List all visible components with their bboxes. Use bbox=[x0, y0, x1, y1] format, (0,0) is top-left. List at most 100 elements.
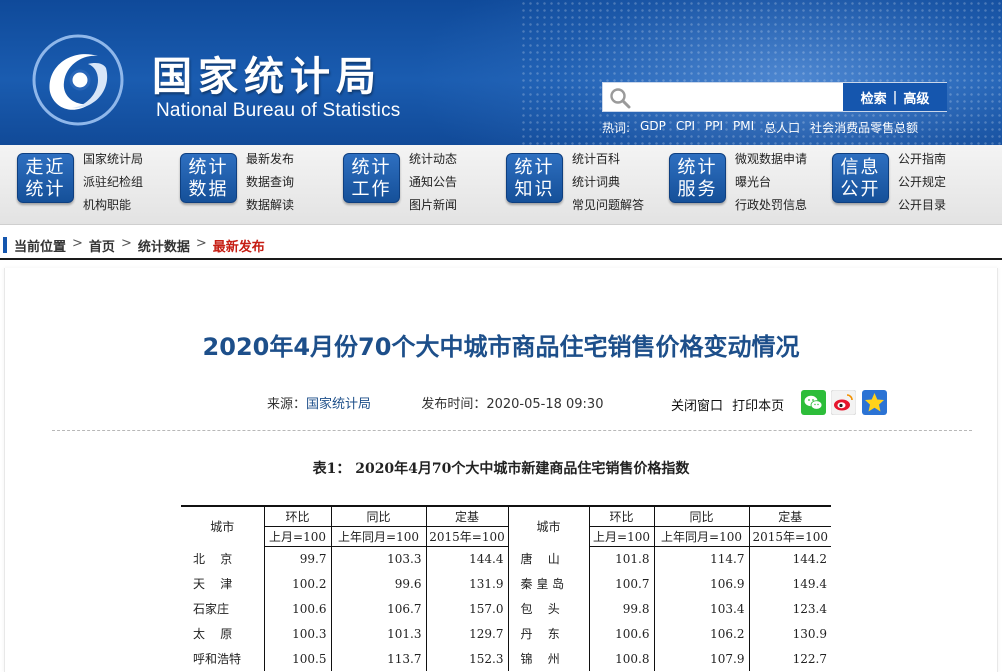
mom-cell: 100.5 bbox=[263, 646, 331, 671]
column-subheader-base: 2015年=100 bbox=[425, 526, 508, 547]
print-page-button[interactable]: 打印本页 bbox=[732, 399, 784, 414]
source-link[interactable]: 国家统计局 bbox=[306, 397, 371, 412]
nav-link[interactable]: 数据查询 bbox=[246, 174, 294, 197]
hot-word-link[interactable]: PMI bbox=[733, 119, 754, 136]
table-row: 太 原 100.3 101.3 129.7 丹 东 100.6 106.2 13… bbox=[181, 621, 831, 646]
hot-word-link[interactable]: 总人口 bbox=[764, 119, 800, 136]
table-row: 呼和浩特 100.5 113.7 152.3 锦 州 100.8 107.9 1… bbox=[181, 646, 831, 671]
table-subheader-row: 上月=100 上年同月=100 2015年=100 上月=100 上年同月=10… bbox=[181, 526, 831, 547]
yoy-cell: 103.3 bbox=[330, 546, 426, 571]
base-cell: 144.4 bbox=[425, 546, 508, 571]
hot-word-link[interactable]: PPI bbox=[705, 119, 723, 136]
hot-word-link[interactable]: 社会消费品零售总额 bbox=[810, 119, 918, 136]
yoy-cell: 99.6 bbox=[330, 571, 426, 596]
nav-links: 微观数据申请 曝光台 行政处罚信息 bbox=[735, 151, 807, 220]
column-header-yoy: 同比 bbox=[330, 505, 426, 527]
nav-tile-disclosure[interactable]: 信息 公开 bbox=[832, 153, 889, 203]
nav-tile-line: 信息 bbox=[840, 157, 881, 178]
nav-tile-knowledge[interactable]: 统计 知识 bbox=[506, 153, 563, 203]
mom-cell: 101.8 bbox=[588, 546, 654, 571]
city-cell: 天 津 bbox=[193, 577, 233, 591]
table-row: 天 津 100.2 99.6 131.9 秦 皇 岛 100.7 106.9 1… bbox=[181, 571, 831, 596]
close-window-button[interactable]: 关闭窗口 bbox=[671, 399, 723, 414]
nav-link[interactable]: 统计词典 bbox=[572, 174, 644, 197]
nav-tile-work[interactable]: 统计 工作 bbox=[343, 153, 400, 203]
nav-link[interactable]: 公开规定 bbox=[898, 174, 946, 197]
nav-tile-about[interactable]: 走近 统计 bbox=[17, 153, 74, 203]
yoy-cell: 106.7 bbox=[330, 596, 426, 621]
nav-tile-line: 服务 bbox=[677, 179, 718, 200]
qzone-icon[interactable] bbox=[862, 390, 887, 415]
nav-link[interactable]: 统计动态 bbox=[409, 151, 457, 174]
breadcrumb-home-link[interactable]: 首页 bbox=[89, 236, 115, 255]
nav-tile-line: 统计 bbox=[351, 157, 392, 178]
base-cell: 122.7 bbox=[748, 646, 831, 671]
city-cell: 锦 州 bbox=[507, 646, 589, 671]
yoy-cell: 106.2 bbox=[653, 621, 749, 646]
hot-word-link[interactable]: CPI bbox=[676, 119, 695, 136]
nav-link[interactable]: 行政处罚信息 bbox=[735, 197, 807, 220]
nav-link[interactable]: 派驻纪检组 bbox=[83, 174, 143, 197]
nbs-logo-icon[interactable] bbox=[28, 30, 128, 130]
column-header-base: 定基 bbox=[425, 505, 508, 527]
site-title-en[interactable]: National Bureau of Statistics bbox=[156, 100, 400, 122]
hot-words-label: 热词: bbox=[602, 121, 631, 135]
search-input[interactable] bbox=[637, 86, 837, 108]
nav-link[interactable]: 国家统计局 bbox=[83, 151, 143, 174]
mom-cell: 100.8 bbox=[588, 646, 654, 671]
city-cell: 包 头 bbox=[507, 596, 589, 621]
nav-link[interactable]: 常见问题解答 bbox=[572, 197, 644, 220]
yoy-cell: 107.9 bbox=[653, 646, 749, 671]
search-buttons: 检索 | 高级 bbox=[843, 83, 947, 111]
nav-link[interactable]: 公开指南 bbox=[898, 151, 946, 174]
nav-link[interactable]: 图片新闻 bbox=[409, 197, 457, 220]
yoy-cell: 114.7 bbox=[653, 546, 749, 571]
table-row: 北 京 99.7 103.3 144.4 唐 山 101.8 114.7 144… bbox=[181, 546, 831, 571]
nav-link[interactable]: 机构职能 bbox=[83, 197, 143, 220]
wechat-icon[interactable] bbox=[801, 390, 826, 415]
city-cell: 丹 东 bbox=[507, 621, 589, 646]
breadcrumb-current[interactable]: 最新发布 bbox=[213, 236, 265, 255]
nav-link[interactable]: 曝光台 bbox=[735, 174, 807, 197]
breadcrumb-arrow: > bbox=[195, 236, 207, 251]
nav-links: 统计动态 通知公告 图片新闻 bbox=[409, 151, 457, 220]
nav-tile-service[interactable]: 统计 服务 bbox=[669, 153, 726, 203]
nav-link[interactable]: 数据解读 bbox=[246, 197, 294, 220]
search-button[interactable]: 检索 bbox=[855, 88, 893, 107]
yoy-cell: 106.9 bbox=[653, 571, 749, 596]
nav-links: 最新发布 数据查询 数据解读 bbox=[246, 151, 294, 220]
article-tools: 关闭窗口 打印本页 bbox=[671, 395, 789, 414]
nav-tile-line: 知识 bbox=[514, 179, 555, 200]
hot-word-link[interactable]: GDP bbox=[640, 119, 666, 136]
site-title-cn[interactable]: 国家统计局 bbox=[152, 44, 382, 102]
nav-tile-data[interactable]: 统计 数据 bbox=[180, 153, 237, 203]
nav-link[interactable]: 微观数据申请 bbox=[735, 151, 807, 174]
nav-link[interactable]: 统计百科 bbox=[572, 151, 644, 174]
weibo-icon[interactable] bbox=[831, 390, 856, 415]
breadcrumb-data-link[interactable]: 统计数据 bbox=[138, 236, 190, 255]
column-header-yoy: 同比 bbox=[653, 505, 749, 527]
city-cell: 唐 山 bbox=[507, 546, 589, 571]
nav-link[interactable]: 公开目录 bbox=[898, 197, 946, 220]
mom-cell: 99.8 bbox=[588, 596, 654, 621]
article-title: 2020年4月份70个大中城市商品住宅销售价格变动情况 bbox=[202, 333, 800, 361]
nav-tile-line: 统计 bbox=[514, 157, 555, 178]
column-header-base: 定基 bbox=[748, 505, 831, 527]
nav-tile-line: 公开 bbox=[840, 179, 881, 200]
advanced-search-button[interactable]: 高级 bbox=[897, 88, 935, 107]
yoy-cell: 103.4 bbox=[653, 596, 749, 621]
main-nav: 走近 统计 国家统计局 派驻纪检组 机构职能 统计 数据 最新发布 数据查询 数… bbox=[0, 145, 1002, 225]
article-divider bbox=[52, 430, 972, 431]
nav-tile-line: 走近 bbox=[25, 157, 66, 178]
city-cell: 石家庄 bbox=[193, 602, 230, 616]
nav-tile-line: 统计 bbox=[677, 157, 718, 178]
breadcrumb-marker bbox=[3, 237, 7, 253]
breadcrumb: 当前位置 > 首页 > 统计数据 > 最新发布 bbox=[0, 232, 1002, 260]
nav-tile-line: 数据 bbox=[188, 179, 229, 200]
mom-cell: 100.2 bbox=[263, 571, 331, 596]
hot-words: 热词: GDP CPI PPI PMI 总人口 社会消费品零售总额 bbox=[602, 119, 918, 136]
search-button-separator: | bbox=[892, 89, 898, 105]
city-cell: 呼和浩特 bbox=[193, 652, 242, 666]
nav-link[interactable]: 最新发布 bbox=[246, 151, 294, 174]
nav-link[interactable]: 通知公告 bbox=[409, 174, 457, 197]
